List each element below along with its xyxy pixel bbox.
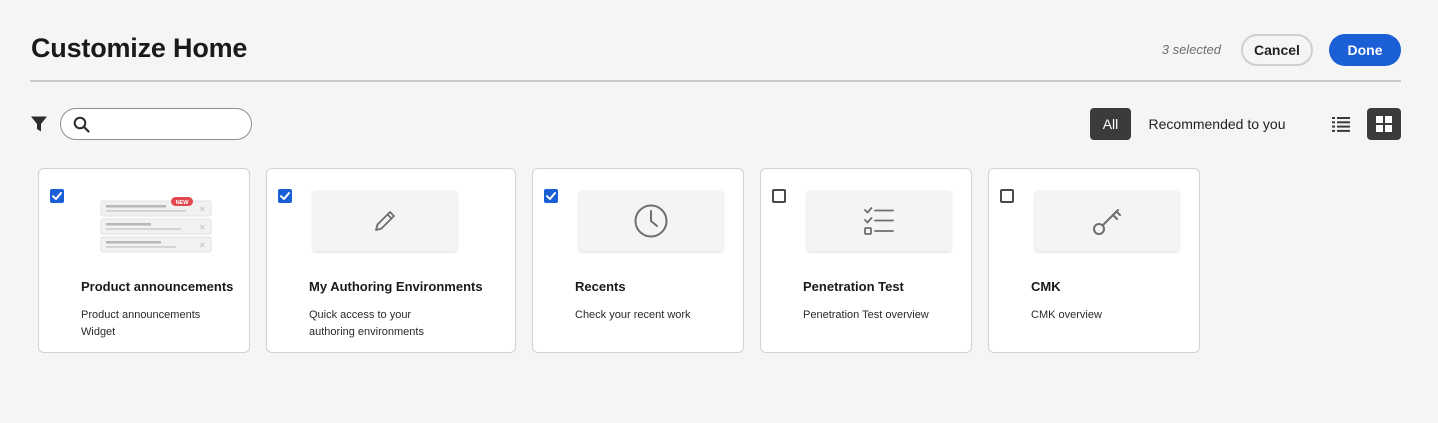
card-title: Penetration Test [803, 279, 904, 294]
widget-thumbnail [579, 191, 723, 251]
filter-icon[interactable] [30, 115, 48, 133]
card-checkbox[interactable] [772, 189, 786, 203]
search-field[interactable] [60, 108, 252, 140]
card-description: CMK overview [1031, 309, 1102, 321]
card-description: Check your recent work [575, 309, 691, 321]
search-input[interactable] [97, 113, 247, 137]
header-divider [30, 80, 1401, 82]
cancel-button[interactable]: Cancel [1241, 34, 1313, 66]
grid-view-icon [1376, 116, 1392, 132]
widget-card-product-announcements[interactable]: ✕ ✕ ✕ NEW Product announcements Product … [38, 168, 250, 353]
card-checkbox[interactable] [278, 189, 292, 203]
key-icon [1093, 209, 1121, 235]
svg-text:✕: ✕ [199, 241, 206, 250]
svg-text:✕: ✕ [199, 223, 206, 232]
card-title: Recents [575, 279, 626, 294]
list-view-button[interactable] [1324, 108, 1358, 140]
selected-count: 3 selected [1161, 42, 1221, 57]
grid-view-button[interactable] [1367, 108, 1401, 140]
tab-all[interactable]: All [1090, 108, 1131, 140]
widget-card-authoring-environments[interactable]: My Authoring Environments Quick access t… [266, 168, 516, 353]
card-checkbox[interactable] [50, 189, 64, 203]
widget-card-cmk[interactable]: CMK CMK overview [988, 168, 1200, 353]
card-checkbox[interactable] [544, 189, 558, 203]
list-view-icon [1332, 117, 1350, 132]
page-title: Customize Home [31, 33, 248, 63]
widget-thumbnail [313, 191, 457, 251]
done-button[interactable]: Done [1329, 34, 1401, 66]
card-title: CMK [1031, 279, 1061, 294]
card-checkbox[interactable] [1000, 189, 1014, 203]
search-icon [73, 116, 90, 133]
widget-card-penetration-test[interactable]: Penetration Test Penetration Test overvi… [760, 168, 972, 353]
card-description: Penetration Test overview [803, 309, 929, 321]
clock-icon [634, 204, 668, 238]
checklist-icon [864, 207, 894, 235]
card-title: Product announcements [81, 279, 234, 294]
pencil-icon [375, 211, 395, 231]
tab-recommended[interactable]: Recommended to you [1142, 108, 1292, 140]
announcements-preview: ✕ ✕ ✕ NEW [95, 193, 217, 257]
widget-thumbnail [1035, 191, 1179, 251]
new-badge-label: NEW [176, 200, 190, 206]
card-description: Quick access to your authoring environme… [309, 309, 424, 338]
widget-thumbnail [807, 191, 951, 251]
widget-card-recents[interactable]: Recents Check your recent work [532, 168, 744, 353]
card-title: My Authoring Environments [309, 279, 483, 294]
svg-text:✕: ✕ [199, 205, 206, 214]
card-description: Product announcements Widget [81, 309, 201, 338]
